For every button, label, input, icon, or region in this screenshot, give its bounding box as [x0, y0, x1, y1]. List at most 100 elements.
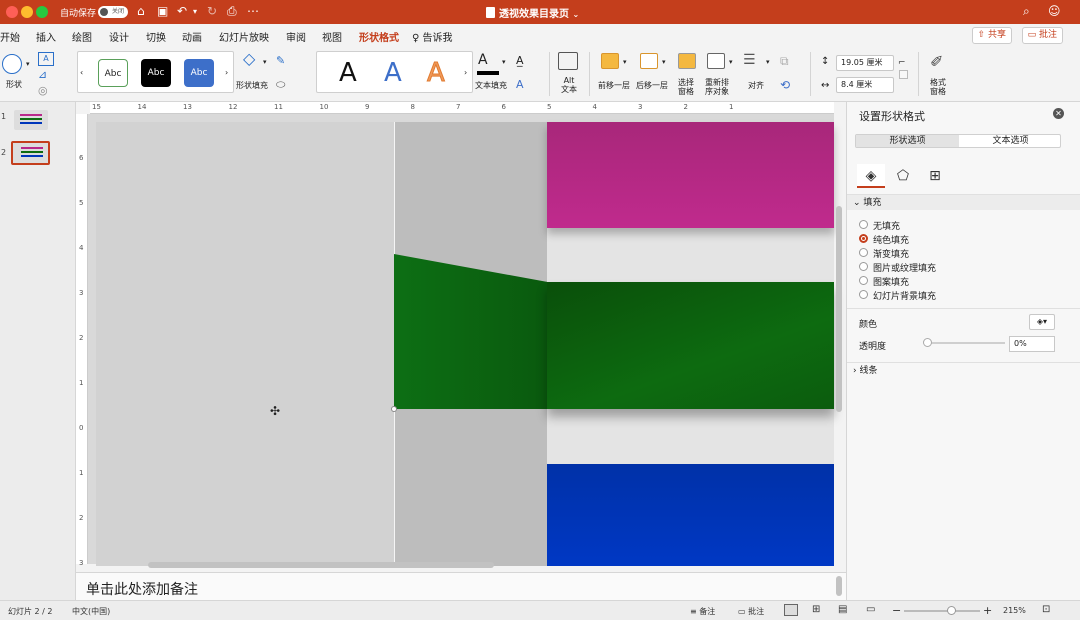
- effects-pentagon-icon[interactable]: ⬠: [889, 164, 917, 188]
- shape-style-sample[interactable]: Abc: [184, 59, 214, 87]
- merge-shapes-icon[interactable]: ◎: [38, 85, 54, 99]
- selection-handle[interactable]: [391, 406, 397, 412]
- language-indicator[interactable]: 中文(中国): [72, 606, 110, 617]
- align-icon[interactable]: ☰: [743, 52, 756, 68]
- send-backward-dropdown-icon[interactable]: ▾: [662, 58, 666, 66]
- rotate-icon[interactable]: ⟲: [780, 78, 790, 92]
- tab-review[interactable]: 审阅: [286, 29, 306, 44]
- shape-dropdown-icon[interactable]: ▾: [26, 60, 30, 68]
- text-outline-icon[interactable]: A̲: [516, 54, 524, 67]
- fill-section-header[interactable]: ⌄ 填充: [847, 194, 1080, 210]
- slide-thumbnail-1[interactable]: [14, 110, 48, 130]
- radio-solid-fill[interactable]: [859, 234, 868, 243]
- transparency-slider-track[interactable]: [927, 342, 1005, 344]
- tab-shape-options[interactable]: 形状选项: [856, 135, 959, 147]
- zoom-slider-handle[interactable]: [947, 606, 956, 615]
- tab-view[interactable]: 视图: [322, 29, 342, 44]
- close-icon[interactable]: ✕: [1053, 108, 1064, 119]
- notes-area[interactable]: 单击此处添加备注: [76, 572, 846, 600]
- text-effects-icon[interactable]: A: [516, 78, 524, 91]
- bring-forward-dropdown-icon[interactable]: ▾: [623, 58, 627, 66]
- align-dropdown-icon[interactable]: ▾: [766, 58, 770, 66]
- tab-animations[interactable]: 动画: [182, 29, 202, 44]
- fill-color-button[interactable]: ◈▾: [1029, 314, 1055, 330]
- lock-aspect-icon[interactable]: ⌐: [898, 58, 906, 68]
- shape-outline-icon[interactable]: ✎: [276, 54, 292, 68]
- zoom-in-icon[interactable]: +: [983, 604, 992, 617]
- tab-slideshow[interactable]: 幻灯片放映: [219, 29, 269, 44]
- radio-pattern-fill[interactable]: [859, 276, 868, 285]
- notes-scrollbar[interactable]: [836, 576, 842, 596]
- more-icon[interactable]: ⋯: [247, 4, 259, 18]
- transparency-slider-handle[interactable]: [923, 338, 932, 347]
- text-fill-icon[interactable]: A: [478, 52, 488, 68]
- text-fill-dropdown-icon[interactable]: ▾: [502, 58, 506, 66]
- tab-draw[interactable]: 绘图: [72, 29, 92, 44]
- fill-line-icon[interactable]: ◈: [857, 164, 885, 188]
- reading-view-icon[interactable]: ▤: [838, 604, 847, 615]
- tab-design[interactable]: 设计: [109, 29, 129, 44]
- text-box-icon[interactable]: ⊿: [38, 69, 54, 83]
- print-icon[interactable]: ⎙: [227, 4, 237, 19]
- line-section-header[interactable]: › 线条: [847, 362, 1080, 378]
- zoom-level[interactable]: 215%: [1003, 606, 1026, 615]
- search-icon[interactable]: ⌕: [1023, 4, 1030, 19]
- reorder-objects-icon[interactable]: [707, 53, 725, 69]
- slide-sorter-icon[interactable]: ⊞: [812, 604, 820, 615]
- save-icon[interactable]: ▣: [157, 4, 168, 18]
- green-bar-shape[interactable]: [547, 282, 834, 409]
- size-properties-icon[interactable]: ⊞: [921, 164, 949, 188]
- group-icon[interactable]: ⧉: [780, 54, 789, 69]
- shape-fill-icon[interactable]: ◇: [243, 51, 259, 67]
- undo-icon[interactable]: ↶: [177, 4, 187, 18]
- undo-dropdown-icon[interactable]: ▾: [193, 7, 197, 16]
- radio-no-fill[interactable]: [859, 220, 868, 229]
- transparency-input[interactable]: 0%: [1009, 336, 1055, 352]
- minimize-window-button[interactable]: [21, 6, 33, 18]
- send-backward-icon[interactable]: [640, 53, 658, 69]
- reorder-dropdown-icon[interactable]: ▾: [729, 58, 733, 66]
- close-window-button[interactable]: [6, 6, 18, 18]
- tab-home[interactable]: 开始: [0, 29, 20, 44]
- share-button[interactable]: ⇧ 共享: [971, 27, 1012, 44]
- vertical-scrollbar[interactable]: [836, 206, 842, 412]
- wordart-sample[interactable]: A: [384, 58, 402, 88]
- shape-width-field[interactable]: 8.4 厘米: [836, 77, 894, 93]
- radio-background-fill[interactable]: [859, 290, 868, 299]
- blue-bar-shape[interactable]: [547, 464, 834, 566]
- shape-icon[interactable]: [2, 54, 22, 74]
- bring-forward-icon[interactable]: [601, 53, 619, 69]
- slide-thumbnail-2[interactable]: [11, 141, 50, 165]
- notes-toggle[interactable]: ≡ 备注: [690, 606, 715, 617]
- left-panel-shape[interactable]: [96, 122, 394, 566]
- zoom-slider-track[interactable]: [904, 610, 980, 612]
- pink-bar-shape[interactable]: [547, 122, 834, 228]
- shape-height-field[interactable]: 19.05 厘米: [836, 55, 894, 71]
- zoom-out-icon[interactable]: −: [892, 604, 901, 617]
- gallery-prev-icon[interactable]: ‹: [80, 68, 83, 77]
- redo-icon[interactable]: ↻: [207, 4, 217, 18]
- tab-transitions[interactable]: 切换: [146, 29, 166, 44]
- normal-view-icon[interactable]: [784, 604, 798, 616]
- gallery-next-icon[interactable]: ›: [464, 68, 467, 77]
- wordart-sample[interactable]: A: [427, 58, 446, 89]
- tab-text-options[interactable]: 文本选项: [959, 135, 1062, 147]
- format-pane-icon[interactable]: ✐: [930, 52, 943, 71]
- tab-tell-me[interactable]: ♀ 告诉我: [412, 29, 453, 44]
- maximize-window-button[interactable]: [36, 6, 48, 18]
- smiley-icon[interactable]: ☺: [1048, 4, 1061, 18]
- autosave-toggle[interactable]: 关闭: [98, 6, 128, 18]
- slide-canvas[interactable]: ✣: [88, 114, 834, 566]
- slideshow-icon[interactable]: ▭: [866, 604, 875, 615]
- chevron-down-icon[interactable]: ⌄: [572, 10, 579, 19]
- wordart-sample[interactable]: A: [339, 58, 357, 88]
- fit-to-window-icon[interactable]: ⊡: [1042, 604, 1050, 615]
- shape-effects-icon[interactable]: ⬭: [276, 78, 292, 92]
- edit-shape-icon[interactable]: A: [38, 52, 54, 66]
- gallery-next-icon[interactable]: ›: [225, 68, 228, 77]
- lock-aspect-checkbox[interactable]: [899, 70, 908, 79]
- radio-gradient-fill[interactable]: [859, 248, 868, 257]
- shape-style-sample[interactable]: Abc: [98, 59, 128, 87]
- home-icon[interactable]: ⌂: [137, 4, 145, 18]
- horizontal-scrollbar[interactable]: [148, 562, 494, 568]
